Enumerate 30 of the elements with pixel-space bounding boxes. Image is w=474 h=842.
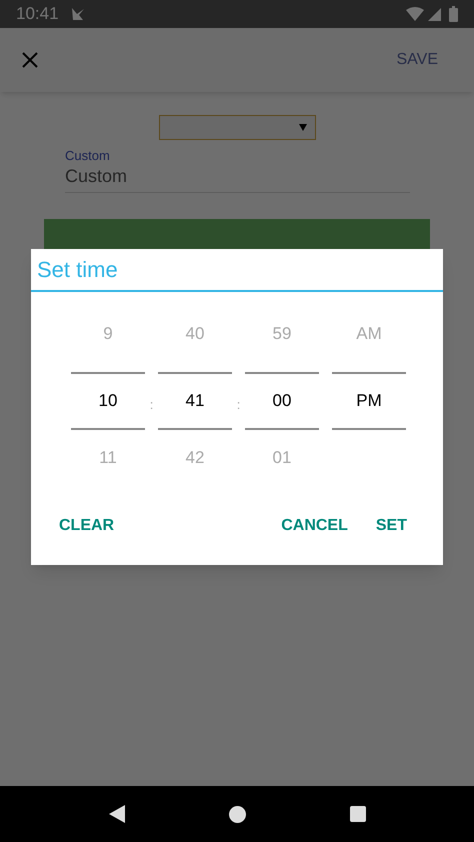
time-separator: : [236, 396, 240, 414]
picker-value[interactable]: PM [332, 372, 406, 430]
picker-option[interactable]: 9 [103, 306, 113, 360]
back-icon[interactable] [108, 805, 124, 823]
dialog-button[interactable]: CLEAR [45, 506, 128, 546]
dropdown-arrow-icon [298, 124, 306, 131]
picker-option[interactable]: 01 [272, 430, 292, 486]
time-separator: : [150, 396, 154, 414]
notification-icon [70, 7, 85, 21]
dialog-button[interactable]: CANCEL [267, 506, 362, 546]
picker-option[interactable]: 59 [272, 306, 292, 360]
status-time: 10:41 [16, 3, 59, 26]
dialog-button[interactable]: SET [362, 506, 421, 546]
home-icon[interactable] [228, 806, 246, 822]
picker-option[interactable]: 40 [186, 306, 204, 360]
signal-icon [428, 8, 441, 20]
dialog-title: Set time [31, 249, 443, 292]
wifi-icon [406, 7, 424, 21]
picker-value[interactable]: 41 [158, 372, 232, 430]
close-icon[interactable] [22, 52, 38, 68]
custom-field[interactable]: Custom Custom [65, 148, 410, 193]
recents-icon[interactable] [350, 806, 366, 822]
picker-value[interactable]: 10 [71, 372, 145, 430]
battery-icon [449, 6, 458, 22]
picker-option[interactable]: AM [356, 306, 382, 360]
picker-option[interactable]: 11 [99, 430, 117, 486]
picker-option[interactable]: 42 [186, 430, 204, 486]
picker-value[interactable]: 00 [245, 372, 319, 430]
field-label: Custom [65, 148, 111, 164]
save-button[interactable]: SAVE [396, 48, 438, 72]
